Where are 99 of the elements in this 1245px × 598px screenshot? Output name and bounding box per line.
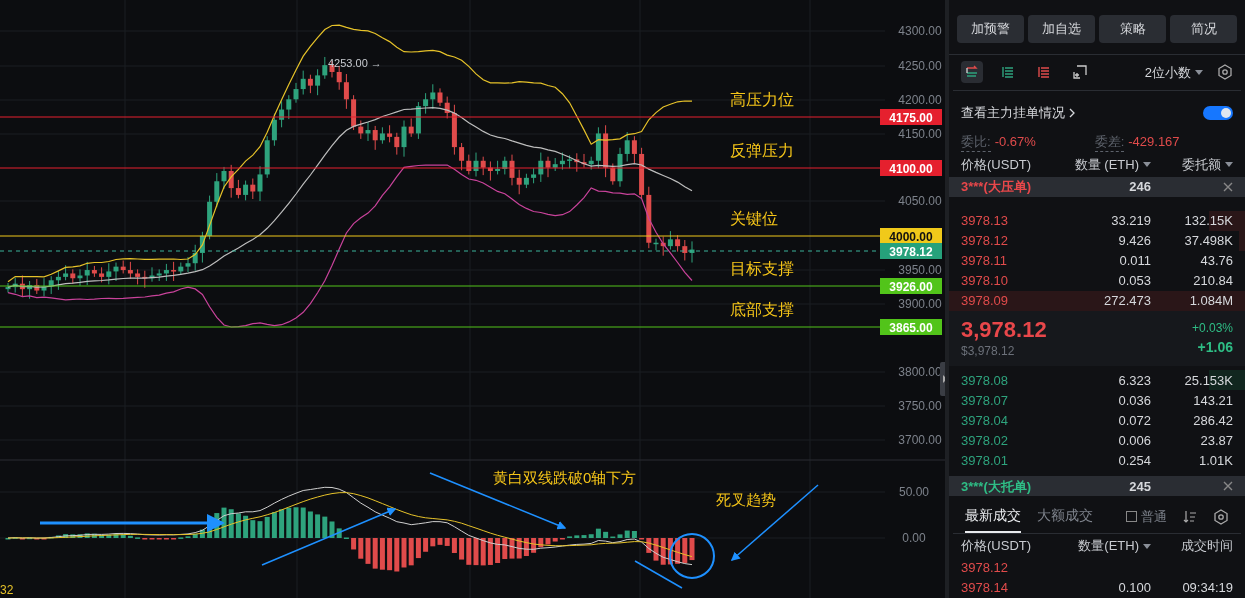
price-axis-label: 3950.00 (898, 263, 942, 277)
macd-axis-label: 50.00 (899, 485, 929, 499)
trades-tab[interactable]: 最新成交 (965, 500, 1021, 534)
order-book-row[interactable]: 3978.10 0.053 210.84 (949, 270, 1245, 291)
price-tag: 3926.00 (880, 278, 942, 294)
diff-value: -429.167 (1128, 133, 1180, 152)
total: 210.84 (1192, 271, 1233, 290)
trade-price: 3978.14 (961, 579, 1009, 598)
trade-price: 3978.12 (961, 559, 1009, 578)
macd-annotation: 死叉趋势 (716, 491, 776, 508)
large-order-amount: 245 (1128, 477, 1151, 496)
price: 3978.04 (961, 411, 1009, 430)
action-button[interactable]: 策略 (1099, 15, 1166, 43)
column-header: 价格(USDT) (961, 537, 1033, 556)
large-order-bar[interactable]: 3***(大托单) 245 (949, 476, 1245, 497)
quantity: 6.323 (1117, 371, 1151, 390)
column-header: 成交时间 (1180, 537, 1233, 556)
price: 3978.12 (961, 231, 1009, 250)
total: 286.42 (1192, 411, 1233, 430)
quantity: 272.473 (1103, 291, 1151, 310)
total: 37.498K (1183, 231, 1233, 250)
order-book-row[interactable]: 3978.02 0.006 23.87 (949, 430, 1245, 451)
action-button[interactable]: 简况 (1170, 15, 1237, 43)
trade-time: 09:34:19 (1181, 579, 1233, 598)
diff-label: 委差: (1094, 131, 1125, 153)
action-button[interactable]: 加自选 (1028, 15, 1095, 43)
column-header: 价格(USDT) (961, 156, 1033, 175)
price: 3978.09 (961, 291, 1009, 310)
current-price-tag: 3978.12 (880, 243, 942, 259)
quantity: 0.006 (1117, 431, 1151, 450)
price-axis-label: 3750.00 (898, 399, 942, 413)
ratio-value: -0.67% (994, 133, 1037, 152)
total: 43.76 (1199, 251, 1233, 270)
price-axis-label: 4150.00 (898, 127, 942, 141)
column-header[interactable]: 委托额 (1151, 155, 1233, 175)
price-axis-label: 4050.00 (898, 194, 942, 208)
total: 143.21 (1192, 391, 1233, 410)
total: 1.01K (1198, 451, 1233, 470)
quantity: 0.254 (1117, 451, 1151, 470)
price-tag: 4000.00 (880, 228, 942, 244)
macd-axis-label: 0.00 (902, 531, 926, 545)
last-price-usd: $3,978.12 (961, 342, 1016, 360)
price: 3978.13 (961, 211, 1009, 230)
quantity: 9.426 (1117, 231, 1151, 250)
price: 3978.07 (961, 391, 1009, 410)
trade-quantity: 0.100 (1117, 579, 1151, 598)
large-order-label: 3***(大压单) (961, 178, 1033, 196)
column-header[interactable]: 数量(ETH) (1071, 536, 1151, 556)
price-axis-label: 4200.00 (898, 93, 942, 107)
action-button[interactable]: 加预警 (957, 15, 1024, 43)
macd-reading: 32 (0, 583, 14, 597)
price: 3978.01 (961, 451, 1009, 470)
level-annotation: 反弹压力 (730, 142, 794, 159)
price: 3978.02 (961, 431, 1009, 450)
price: 3978.11 (961, 251, 1009, 270)
quantity: 33.219 (1110, 211, 1151, 230)
change-percent: +0.03% (1191, 320, 1233, 337)
order-book-row[interactable]: 3978.04 0.072 286.42 (949, 410, 1245, 431)
peak-price-label: 4253.00 → (328, 57, 382, 69)
order-book-row[interactable]: 3978.11 0.011 43.76 (949, 250, 1245, 271)
total: 25.153K (1183, 371, 1233, 390)
order-book-row[interactable]: 3978.13 33.219 132.15K (949, 210, 1245, 231)
quantity: 0.053 (1117, 271, 1151, 290)
level-annotation: 高压力位 (730, 91, 794, 108)
quantity: 0.072 (1117, 411, 1151, 430)
level-annotation: 关键位 (730, 210, 778, 227)
total: 132.15K (1183, 211, 1233, 230)
price-axis-label: 4300.00 (898, 24, 942, 38)
price-tag: 4100.00 (880, 160, 942, 176)
price: 3978.08 (961, 371, 1009, 390)
quantity: 0.011 (1118, 251, 1151, 270)
precision-dropdown[interactable]: 2位小数 (1144, 62, 1203, 83)
last-price: 3,978.12 (961, 317, 1047, 342)
main-orders-link[interactable]: 查看主力挂单情况 (961, 103, 1075, 123)
price-axis-label: 3900.00 (898, 297, 942, 311)
order-book-row[interactable]: 3978.01 0.254 1.01K (949, 450, 1245, 471)
price-axis-label: 4250.00 (898, 59, 942, 73)
column-header[interactable]: 数量 (ETH) (1071, 155, 1151, 175)
quantity: 0.036 (1117, 391, 1151, 410)
total: 1.084M (1188, 291, 1233, 310)
large-order-bar[interactable]: 3***(大压单) 246 (949, 176, 1245, 197)
change-value: +1.06 (1197, 338, 1233, 357)
order-book-row[interactable]: 3978.09 272.473 1.084M (949, 290, 1245, 311)
order-book-row[interactable]: 3978.07 0.036 143.21 (949, 390, 1245, 411)
price-tag: 4175.00 (880, 109, 942, 125)
macd-annotation: 黄白双线跌破0轴下方 (493, 469, 637, 486)
level-annotation: 目标支撑 (730, 260, 794, 277)
total: 23.87 (1199, 431, 1233, 450)
price: 3978.10 (961, 271, 1009, 290)
price-tag: 3865.00 (880, 319, 942, 335)
price-axis-label: 3700.00 (898, 433, 942, 447)
order-book-row[interactable]: 3978.12 9.426 37.498K (949, 230, 1245, 251)
normal-filter-checkbox[interactable]: 普通 (1126, 506, 1167, 527)
level-annotation: 底部支撑 (730, 301, 794, 318)
large-order-label: 3***(大托单) (961, 477, 1033, 496)
ratio-label: 委比: (961, 131, 991, 153)
trades-tab[interactable]: 大额成交 (1037, 500, 1093, 534)
large-order-amount: 246 (1128, 178, 1151, 196)
order-book-row[interactable]: 3978.08 6.323 25.153K (949, 370, 1245, 391)
